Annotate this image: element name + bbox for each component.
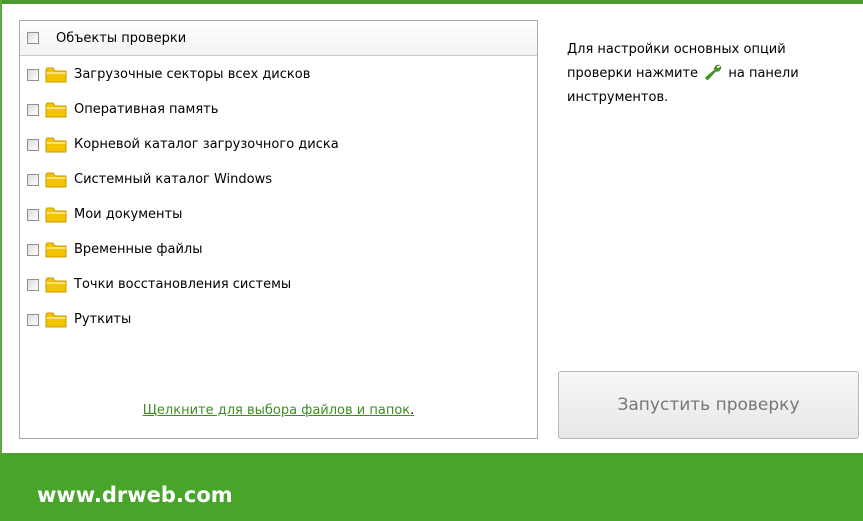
object-item-boot-sectors[interactable]: Загрузочные секторы всех дисков [20, 57, 537, 92]
scan-objects-panel: Объекты проверки Загрузочные секторы все… [19, 20, 538, 439]
object-item-windows-dir[interactable]: Системный каталог Windows [20, 162, 537, 197]
folder-icon [45, 137, 67, 152]
select-files-link[interactable]: Щелкните для выбора файлов и папок [143, 403, 410, 418]
object-item-label: Временные файлы [74, 242, 203, 257]
checkbox[interactable] [27, 138, 39, 151]
object-item-label: Системный каталог Windows [74, 172, 273, 187]
object-item-label: Руткиты [74, 312, 132, 327]
folder-icon [45, 102, 67, 117]
footer-bar: www.drweb.com [0, 453, 863, 521]
start-scan-button[interactable]: Запустить проверку [558, 371, 859, 439]
checkbox[interactable] [27, 243, 39, 256]
select-files-link-row: Щелкните для выбора файлов и папок. [20, 403, 537, 418]
object-item-label: Корневой каталог загрузочного диска [74, 137, 339, 152]
wrench-icon [705, 64, 722, 80]
object-item-rootkits[interactable]: Руткиты [20, 302, 537, 337]
object-item-label: Точки восстановления системы [74, 277, 292, 292]
checkbox[interactable] [27, 208, 39, 221]
folder-icon [45, 277, 67, 292]
object-item-boot-root[interactable]: Корневой каталог загрузочного диска [20, 127, 537, 162]
checkbox[interactable] [27, 68, 39, 81]
objects-header-label: Объекты проверки [56, 30, 187, 46]
checkbox[interactable] [27, 313, 39, 326]
object-item-temp-files[interactable]: Временные файлы [20, 232, 537, 267]
checkbox[interactable] [27, 173, 39, 186]
footer-url[interactable]: www.drweb.com [37, 483, 233, 507]
folder-icon [45, 242, 67, 257]
folder-icon [45, 67, 67, 82]
object-item-label: Мои документы [74, 207, 183, 222]
checkbox[interactable] [27, 278, 39, 291]
left-accent-line [0, 0, 2, 453]
select-all-checkbox[interactable] [27, 32, 39, 44]
object-item-my-documents[interactable]: Мои документы [20, 197, 537, 232]
folder-icon [45, 312, 67, 327]
object-item-memory[interactable]: Оперативная память [20, 92, 537, 127]
object-item-label: Загрузочные секторы всех дисков [74, 67, 311, 82]
settings-hint: Для настройки основных опций проверки на… [567, 38, 837, 110]
objects-list: Загрузочные секторы всех дисков Оператив… [20, 57, 537, 337]
object-item-restore-points[interactable]: Точки восстановления системы [20, 267, 537, 302]
top-accent-line [0, 0, 863, 4]
checkbox[interactable] [27, 103, 39, 116]
object-item-label: Оперативная память [74, 102, 219, 117]
select-files-link-suffix: . [410, 403, 415, 418]
folder-icon [45, 207, 67, 222]
objects-header: Объекты проверки [20, 21, 537, 56]
folder-icon [45, 172, 67, 187]
